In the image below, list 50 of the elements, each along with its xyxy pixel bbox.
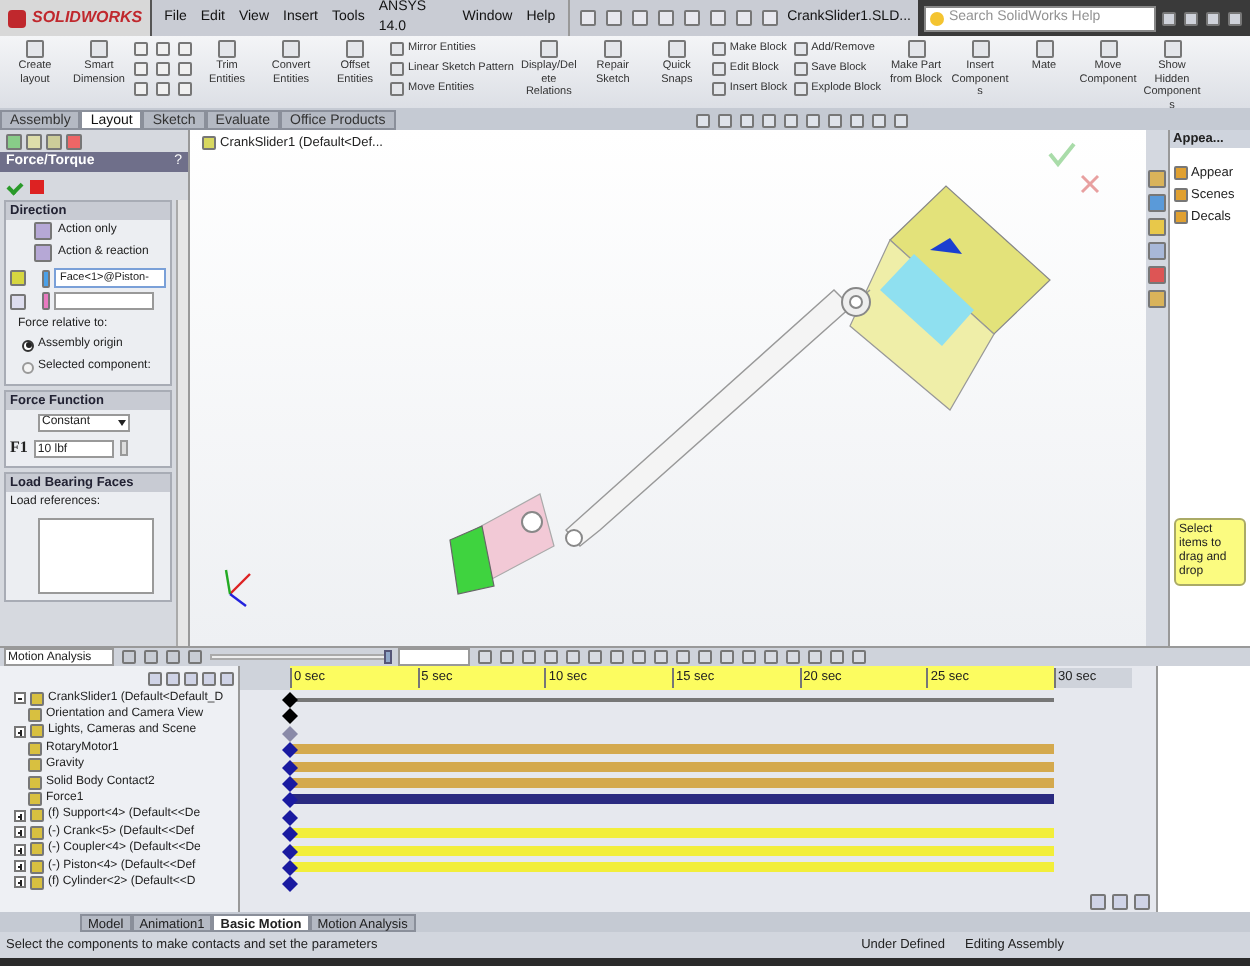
face-icon [10,270,26,286]
key-point-icon[interactable] [282,826,298,843]
expand-icon[interactable] [14,876,26,889]
command-icon [667,40,686,58]
collapse-icon[interactable] [14,692,26,705]
key-point-icon[interactable] [282,809,298,826]
command-icon [971,40,989,58]
reference-list[interactable] [38,518,154,594]
command-icon [1163,40,1181,58]
command-icon [90,40,108,58]
radio-button[interactable] [22,361,34,373]
close-icon[interactable] [1080,174,1100,194]
key-point-icon[interactable] [282,775,298,792]
spinner-icon[interactable] [119,440,128,456]
direction-icon[interactable] [10,293,26,309]
key-point-icon[interactable] [282,843,298,860]
force-symbol: F1 [10,436,28,460]
key-point-icon[interactable] [282,792,298,809]
direction-field[interactable] [54,292,154,310]
assembly-icon [202,136,216,151]
command-icon [1035,40,1053,58]
command-icon [539,40,558,58]
key-point-icon[interactable] [282,759,298,776]
key-point-icon[interactable] [282,742,298,759]
cancel-icon[interactable] [30,179,44,193]
command-icon [346,40,364,58]
command-icon [218,40,236,58]
expand-icon[interactable] [14,826,26,839]
key-point-icon[interactable] [282,876,298,893]
command-icon [1099,40,1117,58]
expand-icon[interactable] [14,843,26,856]
speed-dropdown[interactable] [398,648,470,666]
logo-icon [8,9,26,27]
command-icon [603,40,622,58]
key-point-icon[interactable] [282,708,298,725]
expand-icon[interactable] [14,725,26,738]
help-icon [930,11,945,25]
command-icon [282,40,300,58]
command-icon [907,40,925,58]
scroll-bar[interactable] [176,200,188,646]
expand-icon[interactable] [14,860,26,873]
app-logo: SOLIDWORKS [32,6,143,30]
slider-thumb[interactable] [384,650,392,664]
expand-icon[interactable] [14,809,26,822]
key-point-icon[interactable] [282,692,298,708]
key-point-icon[interactable] [282,859,298,876]
caret-icon [118,420,126,426]
axis-triad-icon [224,569,251,607]
radio-button[interactable] [22,339,34,351]
command-icon [26,40,44,58]
